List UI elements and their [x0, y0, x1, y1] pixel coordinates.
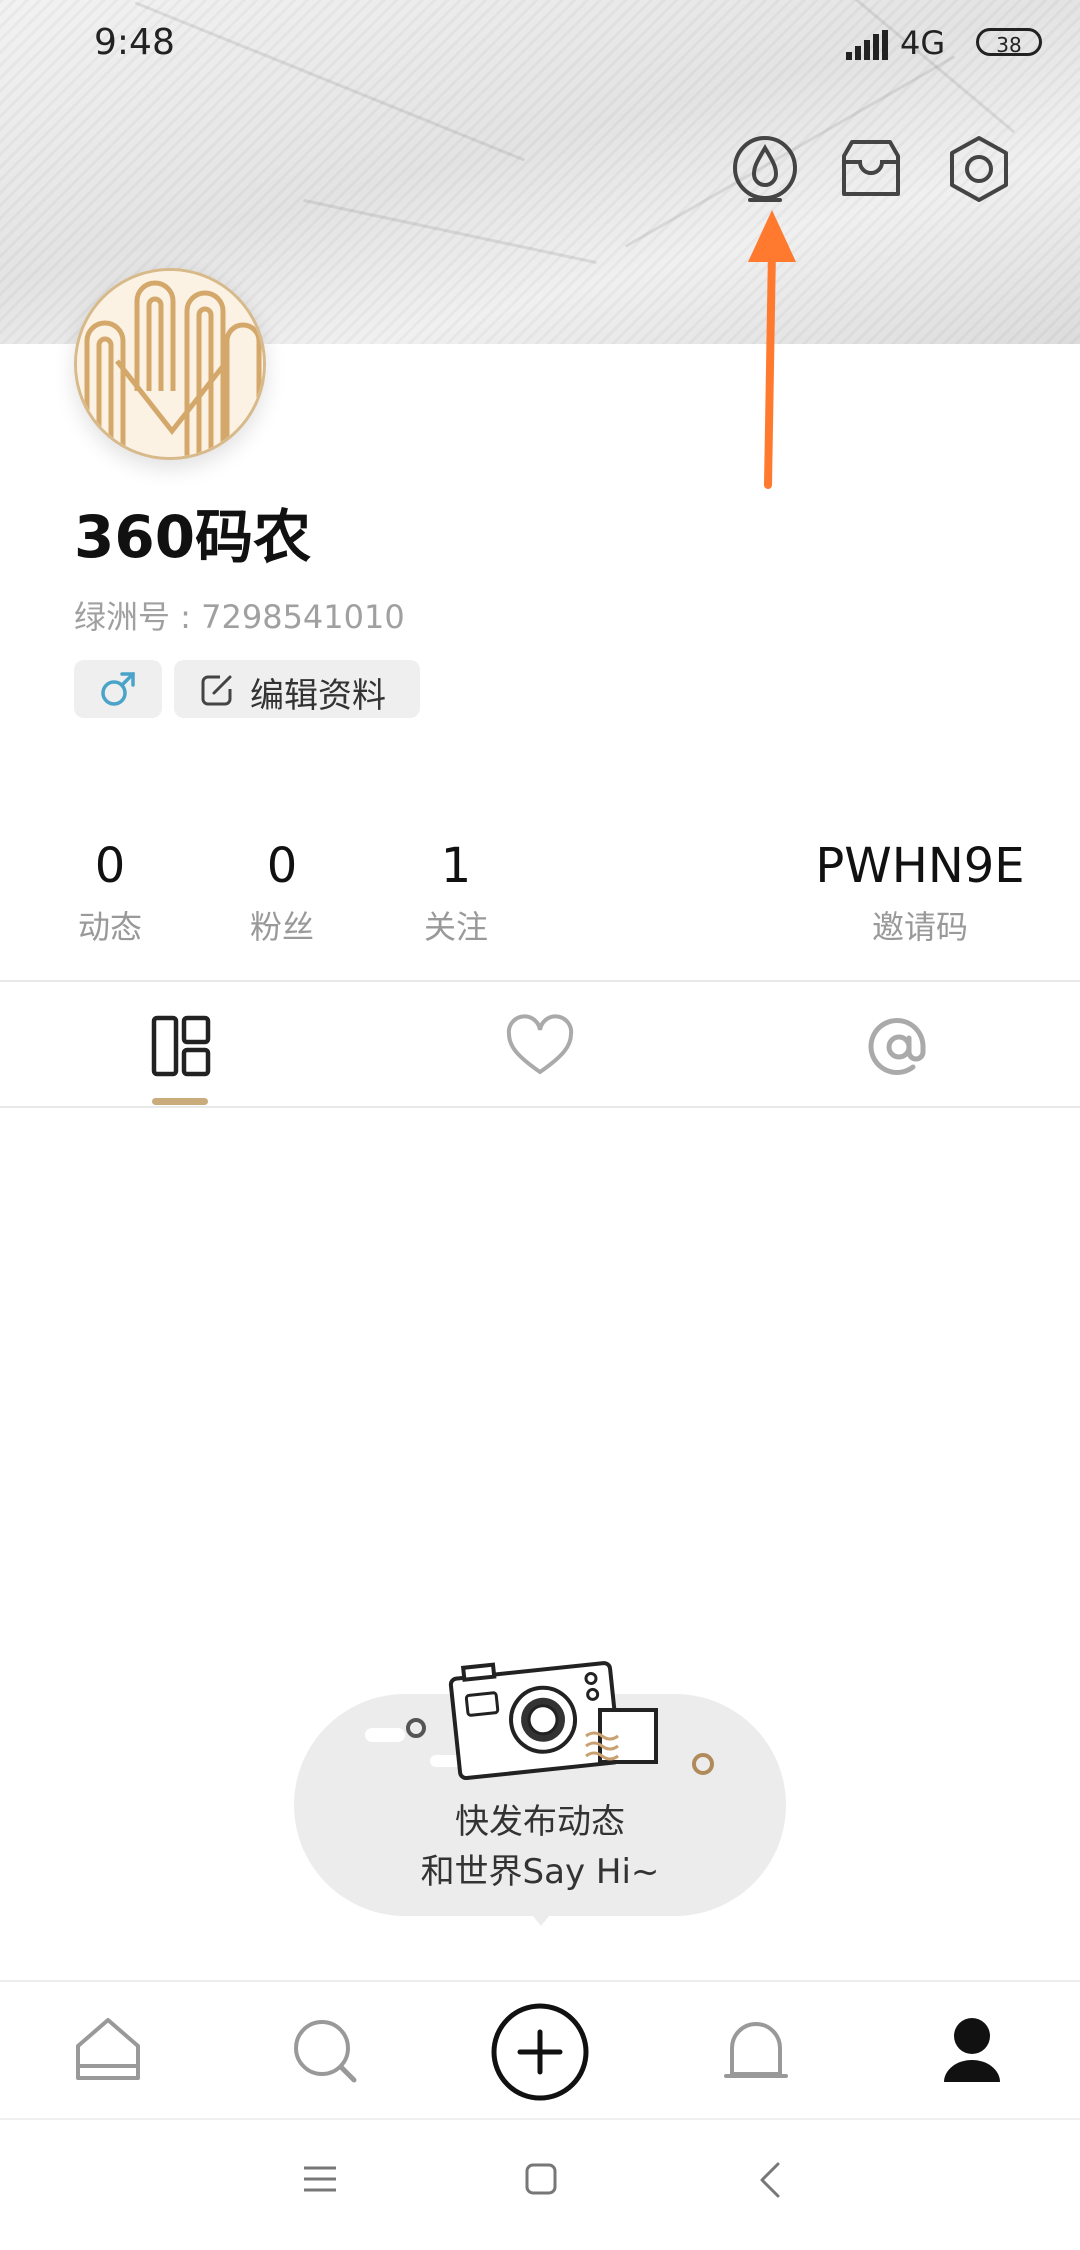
nav-home[interactable] [68, 2010, 148, 2090]
status-time: 9:48 [94, 22, 175, 63]
divider [0, 1106, 1080, 1108]
stat-fans-count[interactable]: 0 [222, 838, 342, 894]
home-icon [76, 2018, 140, 2080]
camera-illustration [365, 1661, 714, 1780]
empty-state-title: 快发布动态 [455, 1802, 625, 1842]
tab-posts[interactable] [144, 1012, 218, 1082]
posts-grid-icon [151, 1015, 211, 1077]
network-type: 4G [900, 24, 946, 62]
nav-add[interactable] [490, 2002, 590, 2102]
nav-profile[interactable] [932, 2010, 1012, 2090]
empty-state-subtitle: 和世界Say Hi~ [420, 1852, 660, 1892]
tab-mentions[interactable] [862, 1012, 936, 1082]
add-icon [491, 2003, 589, 2101]
avatar[interactable] [74, 268, 266, 460]
profile-name: 360码农 [74, 503, 312, 571]
heart-icon [506, 1014, 574, 1075]
stat-posts-label[interactable]: 动态 [50, 902, 170, 948]
annotation-arrow [748, 210, 796, 489]
menu-icon[interactable] [302, 2164, 338, 2194]
stat-following-count[interactable]: 1 [396, 838, 516, 894]
bell-icon [724, 2022, 788, 2078]
tab-likes[interactable] [503, 1012, 577, 1082]
home-square-icon[interactable] [524, 2162, 558, 2196]
nav-search[interactable] [284, 2010, 364, 2090]
droplet-icon[interactable] [728, 132, 802, 206]
empty-state-tail [528, 1910, 554, 1926]
edit-icon [201, 675, 232, 706]
stat-fans-label[interactable]: 粉丝 [222, 902, 342, 948]
gender-badge [74, 660, 162, 718]
at-icon [868, 1018, 926, 1075]
settings-icon[interactable] [942, 132, 1016, 206]
avatar-image [77, 271, 263, 457]
battery-indicator: 38 [976, 28, 1042, 57]
profile-icon [944, 2018, 1000, 2082]
male-icon [101, 672, 135, 706]
invite-code[interactable]: PWHN9E [790, 838, 1050, 894]
divider [0, 980, 1080, 982]
stat-following-label[interactable]: 关注 [396, 902, 516, 948]
back-icon[interactable] [756, 2160, 782, 2200]
oasis-id: 绿洲号 : 7298541010 [74, 598, 405, 636]
tab-active-indicator [152, 1098, 208, 1105]
search-icon [294, 2020, 357, 2083]
signal-icon [846, 30, 888, 60]
nav-notifications[interactable] [716, 2010, 796, 2090]
inbox-icon[interactable] [834, 132, 908, 206]
stat-posts-count[interactable]: 0 [50, 838, 170, 894]
edit-profile-label[interactable]: 编辑资料 [250, 668, 386, 717]
status-bar: 9:48 4G 38 [0, 0, 1080, 90]
invite-code-label: 邀请码 [871, 908, 968, 946]
